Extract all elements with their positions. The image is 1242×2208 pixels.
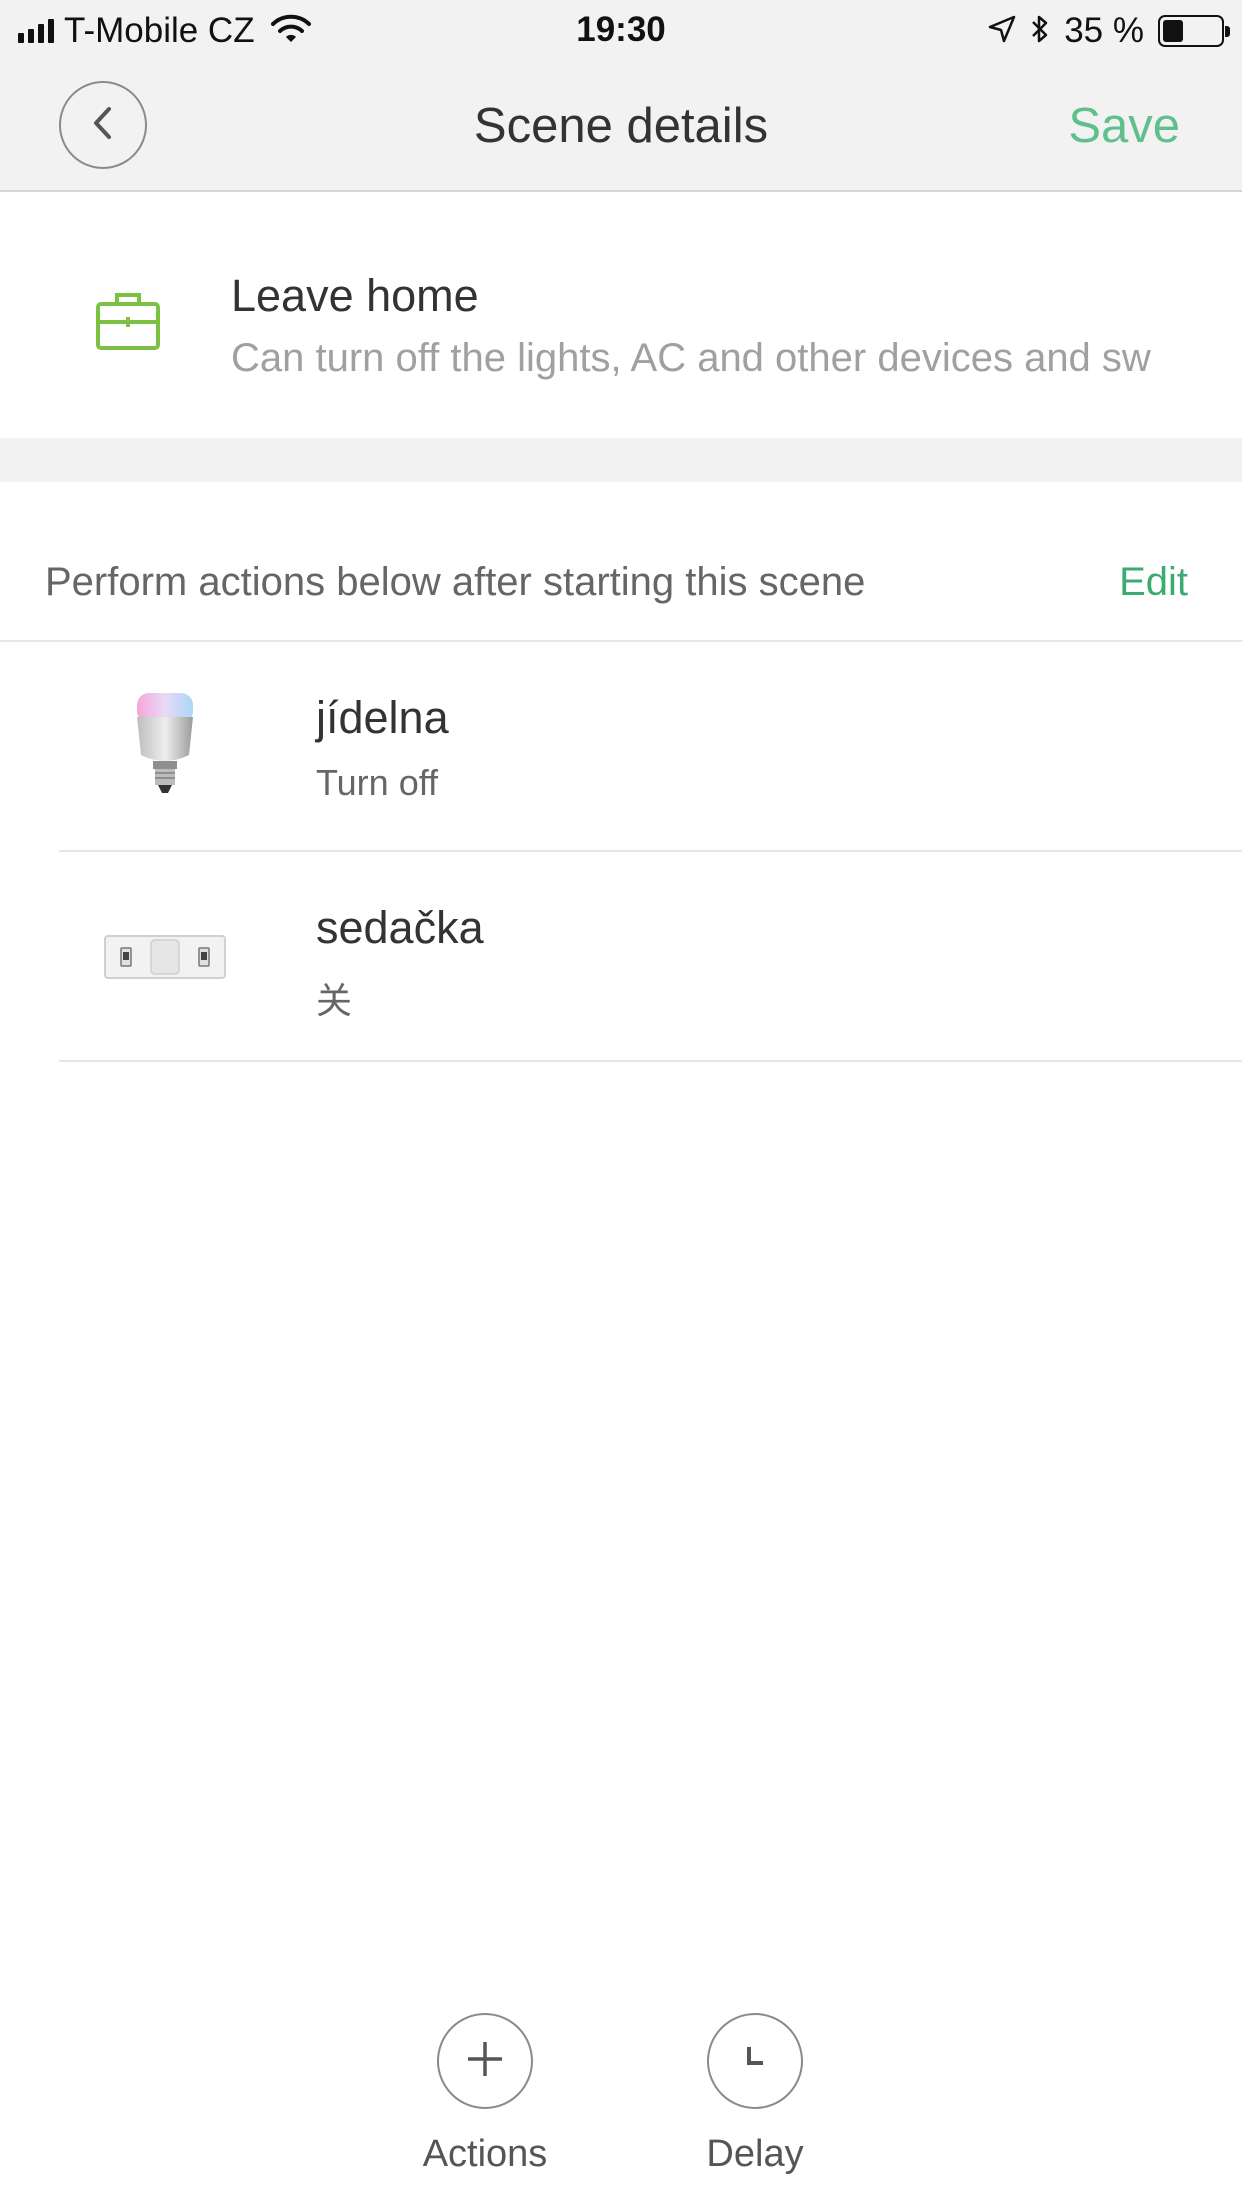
actions-section-label: Perform actions below after starting thi… [45,560,866,604]
scene-details-screen: T-Mobile CZ 19:30 35 % Scene details Sav… [0,0,1242,2208]
save-button[interactable]: Save [1068,98,1180,154]
bluetooth-icon [1030,13,1050,50]
device-name: jídelna [316,692,449,743]
light-strip-image [90,897,240,1017]
briefcase-icon [95,290,161,357]
add-action-button[interactable]: Actions [395,2013,575,2176]
device-action: Turn off [316,762,439,803]
scene-name: Leave home [231,270,479,321]
add-delay-button[interactable]: Delay [665,2013,845,2176]
page-title: Scene details [473,99,769,153]
status-bar: T-Mobile CZ 19:30 35 % [0,0,1242,62]
add-action-label: Actions [422,2133,548,2175]
device-action: 关 [316,980,353,1021]
edit-button[interactable]: Edit [1119,560,1188,605]
list-item[interactable]: sedačka 关 [0,852,1242,1062]
actions-section-header: Perform actions below after starting thi… [0,482,1242,642]
light-bulb-image [90,687,240,807]
device-name: sedačka [316,902,484,953]
add-delay-circle[interactable] [707,2013,803,2109]
scene-header[interactable]: Leave home Can turn off the lights, AC a… [0,192,1242,438]
location-icon [988,15,1016,48]
add-action-circle[interactable] [437,2013,533,2109]
battery-percent: 35 % [1064,11,1144,50]
list-item[interactable]: jídelna Turn off [0,642,1242,852]
status-right: 35 % [988,10,1230,52]
battery-icon [1158,15,1230,47]
plus-icon [465,2039,505,2084]
scene-description: Can turn off the lights, AC and other de… [231,336,1151,380]
section-separator [0,438,1242,482]
add-delay-label: Delay [706,2133,804,2175]
divider [59,1060,1242,1062]
clock-icon [735,2039,775,2084]
nav-bar: Scene details Save [0,62,1242,192]
